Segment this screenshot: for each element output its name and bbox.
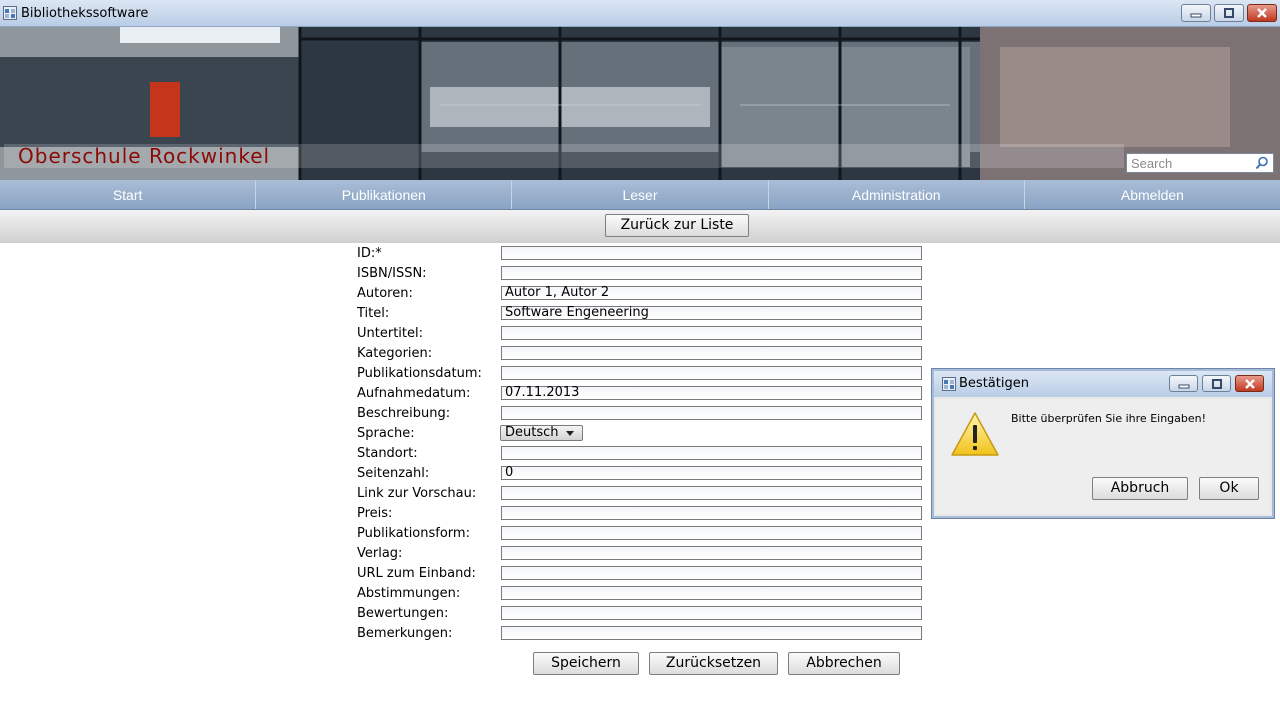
- minimize-icon: [1178, 384, 1190, 389]
- field-label-abstimmungen: Abstimmungen:: [357, 586, 461, 601]
- field-label-aufnahmedatum: Aufnahmedatum:: [357, 386, 471, 401]
- aufnahmedatum-field[interactable]: 07.11.2013: [501, 386, 922, 400]
- untertitel-field[interactable]: [501, 326, 922, 340]
- confirm-dialog: Bestätigen Bitte überprüfen Sie ihre Ein…: [932, 369, 1274, 518]
- main-navigation: Start Publikationen Leser Administration…: [0, 180, 1280, 210]
- nav-start[interactable]: Start: [0, 180, 257, 209]
- banner: Oberschule Rockwinkel: [0, 27, 1280, 180]
- link-vorschau-field[interactable]: [501, 486, 922, 500]
- isbn-field[interactable]: [501, 266, 922, 280]
- close-icon: [1257, 8, 1267, 18]
- publikationsdatum-field[interactable]: [501, 366, 922, 380]
- standort-field[interactable]: [501, 446, 922, 460]
- id-field[interactable]: [501, 246, 922, 260]
- dialog-body: Bitte überprüfen Sie ihre Eingaben! Abbr…: [936, 399, 1270, 514]
- title-bar: Bibliothekssoftware: [0, 0, 1280, 27]
- kategorien-field[interactable]: [501, 346, 922, 360]
- seitenzahl-field[interactable]: 0: [501, 466, 922, 480]
- field-label-verlag: Verlag:: [357, 546, 403, 561]
- beschreibung-field[interactable]: [501, 406, 922, 420]
- nav-administration[interactable]: Administration: [769, 180, 1025, 209]
- field-label-url-einband: URL zum Einband:: [357, 566, 476, 581]
- warning-icon: [951, 412, 999, 456]
- bewertungen-field[interactable]: [501, 606, 922, 620]
- app-icon: [942, 377, 956, 391]
- dialog-title: Bestätigen: [959, 376, 1029, 391]
- sprache-selected-value: Deutsch: [505, 425, 559, 440]
- nav-leser[interactable]: Leser: [512, 180, 769, 209]
- field-label-kategorien: Kategorien:: [357, 346, 433, 361]
- window-title: Bibliothekssoftware: [21, 6, 149, 21]
- search-input[interactable]: [1127, 154, 1253, 172]
- field-label-publikationsdatum: Publikationsdatum:: [357, 366, 482, 381]
- maximize-icon: [1212, 379, 1222, 389]
- publikationsform-field[interactable]: [501, 526, 922, 540]
- back-to-list-button[interactable]: Zurück zur Liste: [605, 214, 749, 237]
- field-label-beschreibung: Beschreibung:: [357, 406, 451, 421]
- maximize-icon: [1224, 8, 1234, 18]
- action-bar: Zurück zur Liste: [0, 210, 1280, 243]
- close-icon: [1245, 379, 1255, 389]
- chevron-down-icon: [566, 431, 574, 436]
- field-label-bewertungen: Bewertungen:: [357, 606, 449, 621]
- field-label-autoren: Autoren:: [357, 286, 413, 301]
- preis-field[interactable]: [501, 506, 922, 520]
- field-label-preis: Preis:: [357, 506, 393, 521]
- abstimmungen-field[interactable]: [501, 586, 922, 600]
- sprache-select[interactable]: Deutsch: [500, 425, 583, 441]
- nav-publikationen[interactable]: Publikationen: [256, 180, 513, 209]
- school-name: Oberschule Rockwinkel: [18, 144, 271, 168]
- autoren-field[interactable]: Autor 1, Autor 2: [501, 286, 922, 300]
- minimize-button[interactable]: [1181, 4, 1211, 22]
- dialog-message: Bitte überprüfen Sie ihre Eingaben!: [1011, 412, 1207, 425]
- dialog-ok-button[interactable]: Ok: [1199, 477, 1259, 500]
- field-label-publikationsform: Publikationsform:: [357, 526, 470, 541]
- bemerkungen-field[interactable]: [501, 626, 922, 640]
- maximize-button[interactable]: [1214, 4, 1244, 22]
- titel-field[interactable]: Software Engeneering: [501, 306, 922, 320]
- field-label-isbn: ISBN/ISSN:: [357, 266, 427, 281]
- field-label-standort: Standort:: [357, 446, 418, 461]
- search-icon[interactable]: [1255, 156, 1269, 170]
- reset-button[interactable]: Zurücksetzen: [649, 652, 778, 675]
- field-label-titel: Titel:: [357, 306, 390, 321]
- minimize-icon: [1190, 13, 1202, 18]
- field-label-bemerkungen: Bemerkungen:: [357, 626, 453, 641]
- cancel-button[interactable]: Abbrechen: [788, 652, 900, 675]
- dialog-minimize-button[interactable]: [1169, 375, 1198, 392]
- field-label-link-vorschau: Link zur Vorschau:: [357, 486, 477, 501]
- application-window: Bibliothekssoftware Oberschule Rockwinke…: [0, 0, 1280, 720]
- app-icon: [3, 6, 17, 20]
- field-label-seitenzahl: Seitenzahl:: [357, 466, 430, 481]
- nav-abmelden[interactable]: Abmelden: [1025, 180, 1280, 209]
- dialog-cancel-button[interactable]: Abbruch: [1092, 477, 1188, 500]
- search-box[interactable]: [1126, 153, 1274, 173]
- dialog-maximize-button[interactable]: [1202, 375, 1231, 392]
- verlag-field[interactable]: [501, 546, 922, 560]
- field-label-untertitel: Untertitel:: [357, 326, 423, 341]
- save-button[interactable]: Speichern: [533, 652, 639, 675]
- field-label-id: ID:*: [357, 246, 382, 261]
- dialog-close-button[interactable]: [1235, 375, 1264, 392]
- close-button[interactable]: [1247, 4, 1277, 22]
- dialog-title-bar: Bestätigen: [934, 371, 1272, 397]
- url-einband-field[interactable]: [501, 566, 922, 580]
- field-label-sprache: Sprache:: [357, 426, 415, 441]
